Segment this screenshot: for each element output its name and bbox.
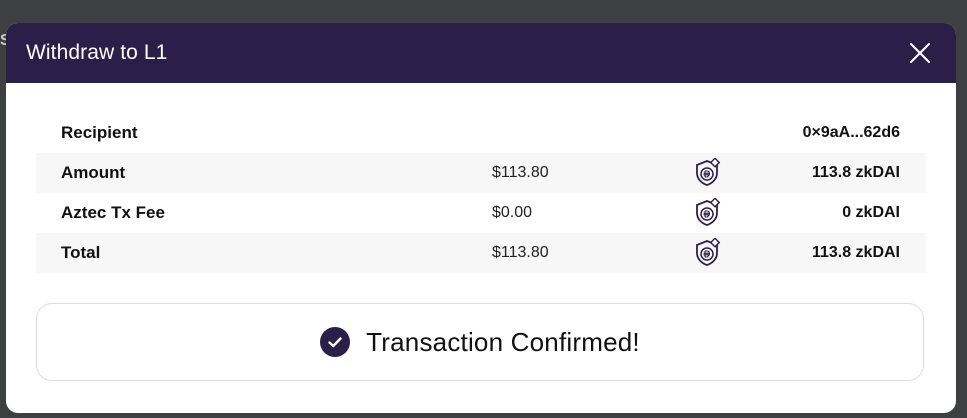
- withdraw-modal: Withdraw to L1 Recipient 0×9aA...62d6 Am…: [6, 23, 956, 413]
- row-label: Aztec Tx Fee: [61, 203, 165, 222]
- modal-header: Withdraw to L1: [6, 23, 956, 83]
- recipient-address: 0×9aA...62d6: [802, 124, 900, 141]
- row-usd-value: $113.80: [492, 164, 549, 181]
- row-token-value: 0 zkDAI: [842, 204, 900, 221]
- summary-row-total: Total $113.80 113.8 zkDAI: [36, 233, 926, 273]
- row-token-value: 113.8 zkDAI: [811, 244, 900, 261]
- close-button[interactable]: [908, 41, 932, 65]
- summary-row-fee: Aztec Tx Fee $0.00 0 zkDAI: [36, 193, 926, 233]
- row-label: Amount: [61, 163, 126, 182]
- check-circle-icon: [320, 327, 351, 357]
- summary-row-amount: Amount $113.80 113.8 zkDAI: [36, 153, 926, 193]
- row-token-value: 113.8 zkDAI: [811, 164, 900, 181]
- row-label: Total: [61, 243, 101, 262]
- zkdai-token-icon: [696, 158, 721, 186]
- zkdai-token-icon: [696, 198, 721, 226]
- row-usd-value: $0.00: [492, 204, 533, 221]
- row-usd-value: $113.80: [492, 244, 549, 261]
- close-icon: [910, 43, 930, 63]
- summary-row-recipient: Recipient 0×9aA...62d6: [36, 113, 926, 153]
- transaction-summary: Recipient 0×9aA...62d6 Amount $113.80 11…: [36, 113, 926, 273]
- zkdai-token-icon: [696, 238, 721, 266]
- row-label: Recipient: [61, 123, 138, 142]
- transaction-status-banner: Transaction Confirmed!: [36, 303, 924, 381]
- status-text: Transaction Confirmed!: [366, 326, 640, 357]
- modal-title: Withdraw to L1: [26, 41, 168, 64]
